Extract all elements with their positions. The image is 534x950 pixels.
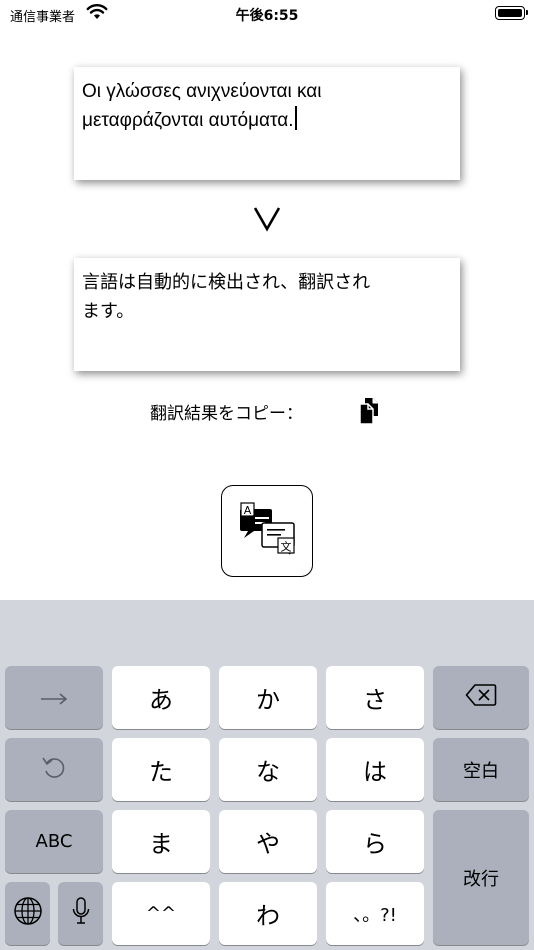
kana-key-sa[interactable]: さ: [326, 666, 424, 729]
space-key[interactable]: 空白: [433, 738, 529, 801]
kana-key-ha[interactable]: は: [326, 738, 424, 801]
result-text-line: ます。: [82, 301, 135, 322]
abc-key-label: ABC: [35, 831, 73, 852]
translation-result-box: 言語は自動的に検出され、翻訳され ます。: [74, 258, 460, 371]
next-candidate-key[interactable]: [5, 666, 103, 729]
kana-key-dakuten[interactable]: ^^: [112, 882, 210, 945]
copy-result-label: 翻訳結果をコピー：: [150, 404, 303, 424]
punctuation-key[interactable]: 、。?!: [326, 882, 424, 945]
status-bar: 通信事業者 午後6:55: [0, 0, 534, 28]
kana-key-ya[interactable]: や: [219, 810, 317, 873]
globe-key[interactable]: [5, 882, 50, 945]
result-text-line: 言語は自動的に検出され、翻訳され: [82, 272, 371, 293]
kana-key-wa[interactable]: わ: [219, 882, 317, 945]
return-key-label: 改行: [463, 868, 499, 890]
source-text-line: μεταφράζονται αυτόματα.: [82, 110, 294, 131]
battery-icon: [495, 6, 528, 20]
kana-key-ka[interactable]: か: [219, 666, 317, 729]
kana-key-ra[interactable]: ら: [326, 810, 424, 873]
status-time: 午後6:55: [235, 8, 299, 24]
kana-key-ta[interactable]: た: [112, 738, 210, 801]
undo-key[interactable]: [5, 738, 103, 801]
delete-icon: [465, 683, 497, 713]
arrow-right-icon: [40, 684, 68, 712]
kana-key-a[interactable]: あ: [112, 666, 210, 729]
return-key[interactable]: 改行: [433, 810, 529, 945]
dictation-key[interactable]: [58, 882, 103, 945]
translate-button[interactable]: A 文: [221, 485, 313, 577]
chevron-down-icon: [250, 205, 284, 233]
copy-icon[interactable]: [356, 396, 388, 426]
dakuten-key-label: ^^: [145, 903, 177, 924]
translate-icon: A 文: [222, 486, 314, 582]
svg-text:A: A: [244, 504, 252, 517]
kana-key-na[interactable]: な: [219, 738, 317, 801]
punctuation-key-label: 、。?!: [353, 904, 397, 926]
delete-key[interactable]: [433, 666, 529, 729]
abc-key[interactable]: ABC: [5, 810, 103, 873]
source-text-line: Οι γλώσσες ανιχνεύονται και: [82, 81, 322, 102]
svg-text:文: 文: [281, 540, 292, 554]
source-text-input[interactable]: Οι γλώσσες ανιχνεύονται και μεταφράζοντα…: [74, 67, 460, 180]
globe-icon: [13, 896, 43, 932]
text-cursor: [294, 106, 297, 130]
space-key-label: 空白: [463, 760, 499, 782]
japanese-keyboard: あ か さ た な は 空白 ABC ま や ら 改行 ^^ わ 、。?!: [0, 600, 534, 950]
microphone-icon: [71, 896, 91, 932]
undo-icon: [41, 754, 67, 786]
kana-key-ma[interactable]: ま: [112, 810, 210, 873]
